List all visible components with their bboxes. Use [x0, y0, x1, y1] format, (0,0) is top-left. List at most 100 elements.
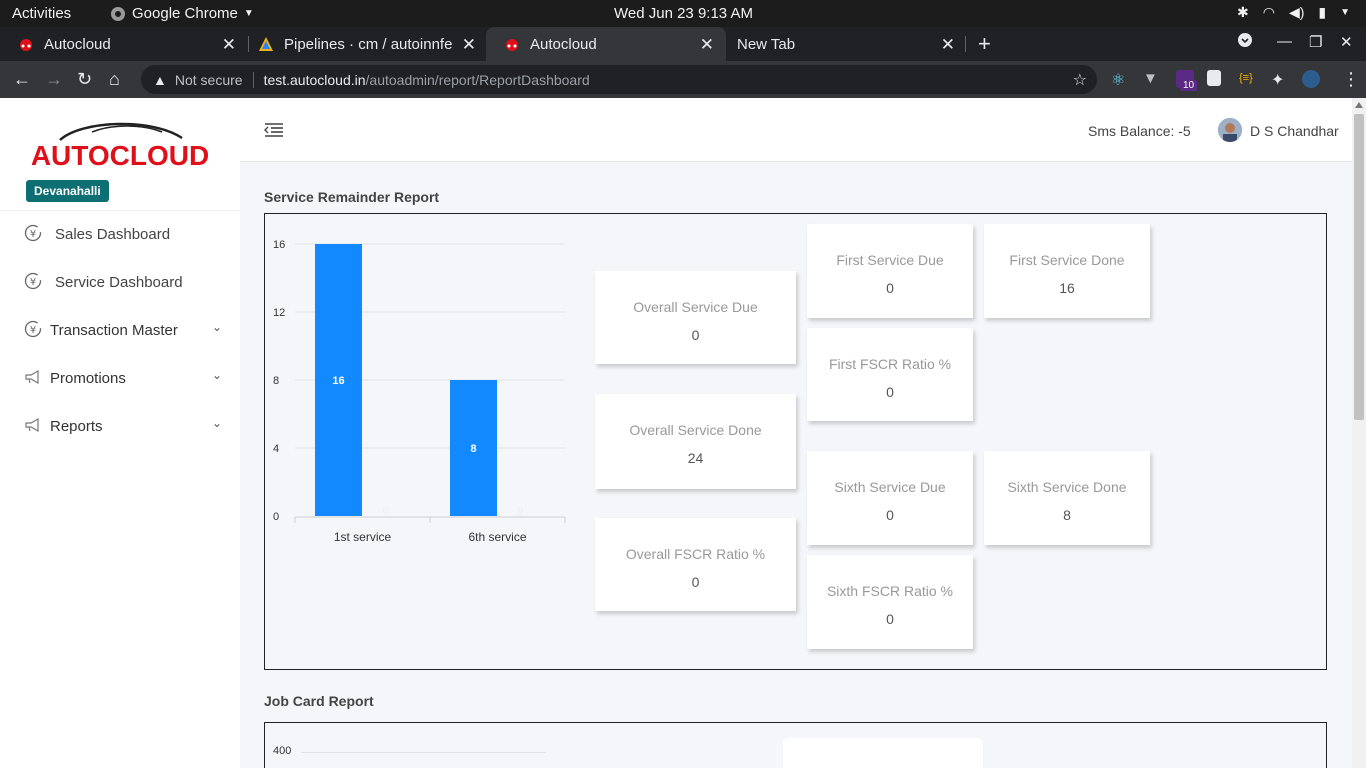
first-fscr-ratio-card: First FSCR Ratio % 0	[807, 328, 973, 421]
activities-button[interactable]: Activities	[12, 5, 71, 22]
clock[interactable]: Wed Jun 23 9:13 AM	[614, 5, 753, 22]
close-window-icon[interactable]: ✕	[1340, 33, 1353, 51]
scrollbar-thumb[interactable]	[1354, 114, 1364, 420]
y-tick-label: 8	[273, 375, 279, 387]
first-service-due-card: First Service Due 0	[807, 224, 973, 318]
sidebar-item-sales-dashboard[interactable]: ¥ Sales Dashboard	[0, 211, 240, 259]
app-menu[interactable]: Google Chrome ▼	[110, 5, 254, 22]
sidebar-item-reports[interactable]: Reports ⌄	[0, 403, 240, 451]
card-label: First Service Due	[836, 252, 944, 268]
extensions-puzzle-icon[interactable]: ✦	[1271, 70, 1289, 89]
job-card-gridline	[301, 752, 546, 753]
volume-icon[interactable]: ◀)	[1289, 4, 1304, 21]
branch-badge[interactable]: Devanahalli	[26, 180, 109, 202]
omnibox-separator	[252, 71, 254, 88]
card-label: Overall FSCR Ratio %	[625, 546, 766, 562]
react-devtools-icon[interactable]: ⚛	[1111, 70, 1129, 89]
menu-collapse-icon[interactable]	[264, 122, 284, 138]
rupee-cycle-icon: ¥	[24, 272, 42, 290]
bookmark-star-icon[interactable]: ☆	[1073, 70, 1087, 90]
forward-icon[interactable]: →	[45, 69, 63, 90]
card-label: First Service Done	[1009, 252, 1125, 268]
chevron-down-icon[interactable]: ⌄	[212, 368, 222, 382]
scroll-up-arrow[interactable]	[1355, 102, 1363, 108]
card-value: 0	[886, 611, 894, 627]
slack-icon[interactable]: ✱	[1237, 4, 1249, 21]
reload-icon[interactable]: ↻	[77, 69, 92, 90]
megaphone-icon	[25, 369, 39, 385]
warning-icon[interactable]: ▲	[153, 72, 167, 88]
chevron-down-icon[interactable]: ⌄	[212, 416, 222, 430]
sidebar-item-promotions[interactable]: Promotions ⌄	[0, 355, 240, 403]
y-tick-label: 0	[273, 511, 279, 523]
tab-search-icon[interactable]	[1238, 33, 1252, 51]
bar-value-label: 8	[470, 443, 476, 455]
vue-devtools-icon[interactable]: ▼	[1143, 70, 1161, 88]
chrome-menu-icon[interactable]: ⋮	[1342, 69, 1360, 90]
card-value: 0	[886, 280, 894, 296]
new-tab-button[interactable]: +	[978, 31, 991, 57]
chevron-down-icon: ▼	[243, 8, 254, 19]
overall-fscr-ratio-card: Overall FSCR Ratio % 0	[595, 518, 796, 611]
minimize-icon[interactable]: —	[1277, 33, 1292, 50]
close-icon[interactable]: ✕	[700, 35, 714, 55]
tab-title: Pipelines · cm / autoinnfe	[284, 35, 453, 53]
json-viewer-icon[interactable]: {≡}	[1239, 72, 1257, 90]
close-icon[interactable]: ✕	[222, 35, 236, 55]
tab-title: Autocloud	[44, 35, 111, 53]
bar-value-label: 0	[382, 505, 388, 517]
bar-value-label: 16	[332, 375, 344, 387]
url-path[interactable]: /autoadmin/report/ReportDashboard	[366, 72, 590, 88]
sidebar-item-service-dashboard[interactable]: ¥ Service Dashboard	[0, 259, 240, 307]
wifi-icon[interactable]: ◠	[1263, 4, 1275, 21]
user-photo-icon	[1218, 118, 1242, 142]
x-tick-label: 6th service	[468, 530, 526, 544]
user-name[interactable]: D S Chandhar	[1250, 123, 1339, 139]
maximize-icon[interactable]: ❐	[1309, 33, 1322, 51]
card-label: Sixth FSCR Ratio %	[826, 583, 954, 599]
card-label: Sixth Service Due	[834, 479, 946, 495]
tab-new[interactable]: New Tab ✕	[719, 27, 967, 61]
sidebar-item-label: Promotions	[50, 370, 126, 387]
y-tick-label: 12	[273, 307, 285, 319]
address-bar[interactable]: ▲ Not secure test.autocloud.in/autoadmin…	[141, 65, 1097, 94]
bar-value-label: 0	[517, 505, 523, 517]
megaphone-icon	[25, 417, 39, 433]
card-label: Overall Service Due	[633, 299, 758, 315]
chevron-down-icon[interactable]: ▼	[1340, 7, 1350, 18]
page-scrollbar[interactable]	[1352, 98, 1366, 768]
job-card-report-title: Job Card Report	[264, 693, 374, 709]
rupee-cycle-icon: ¥	[24, 320, 42, 338]
card-label: Sixth Service Done	[1007, 479, 1127, 495]
tab-strip: Autocloud ✕ Pipelines · cm / autoinnfe ✕…	[0, 27, 1366, 61]
battery-icon[interactable]: ▮	[1318, 4, 1326, 21]
service-report-panel: 0 4 8 12 16 16 0 1st service 8 0 6th service Overa…	[264, 213, 1327, 670]
first-service-done-card: First Service Done 16	[984, 224, 1150, 318]
sixth-service-done-card: Sixth Service Done 8	[984, 451, 1150, 545]
job-card-y-tick: 400	[273, 745, 292, 757]
user-avatar[interactable]	[1218, 118, 1242, 142]
tab-pipelines[interactable]: Pipelines · cm / autoinnfe ✕	[240, 27, 488, 61]
browser-toolbar: ← → ↻ ⌂ ▲ Not secure test.autocloud.in/a…	[0, 61, 1366, 98]
bitbucket-favicon-icon	[259, 37, 273, 51]
security-status[interactable]: Not secure	[175, 72, 243, 88]
notes-extension-icon[interactable]	[1207, 70, 1221, 86]
autocloud-logo[interactable]: AUTOCLOUD	[32, 118, 208, 170]
tab-title: New Tab	[737, 35, 796, 53]
autocloud-favicon-icon	[506, 39, 518, 51]
x-tick-label: 1st service	[334, 530, 392, 544]
chevron-down-icon[interactable]: ⌄	[212, 320, 222, 334]
close-icon[interactable]: ✕	[462, 35, 476, 55]
home-icon[interactable]: ⌂	[109, 69, 120, 90]
y-tick-label: 16	[273, 239, 285, 251]
tab-autocloud-1[interactable]: Autocloud ✕	[0, 27, 248, 61]
sms-balance: Sms Balance: -5	[1088, 123, 1191, 139]
url-host[interactable]: test.autocloud.in	[264, 72, 366, 88]
sidebar-nav: ¥ Sales Dashboard ¥ Service Dashboard ¥ …	[0, 210, 240, 451]
sixth-service-due-card: Sixth Service Due 0	[807, 451, 973, 545]
tab-autocloud-active[interactable]: Autocloud ✕	[486, 27, 726, 61]
back-icon[interactable]: ←	[13, 69, 31, 90]
profile-avatar-icon[interactable]	[1302, 70, 1320, 88]
close-icon[interactable]: ✕	[941, 35, 955, 55]
sidebar-item-transaction-master[interactable]: ¥ Transaction Master ⌄	[0, 307, 240, 355]
